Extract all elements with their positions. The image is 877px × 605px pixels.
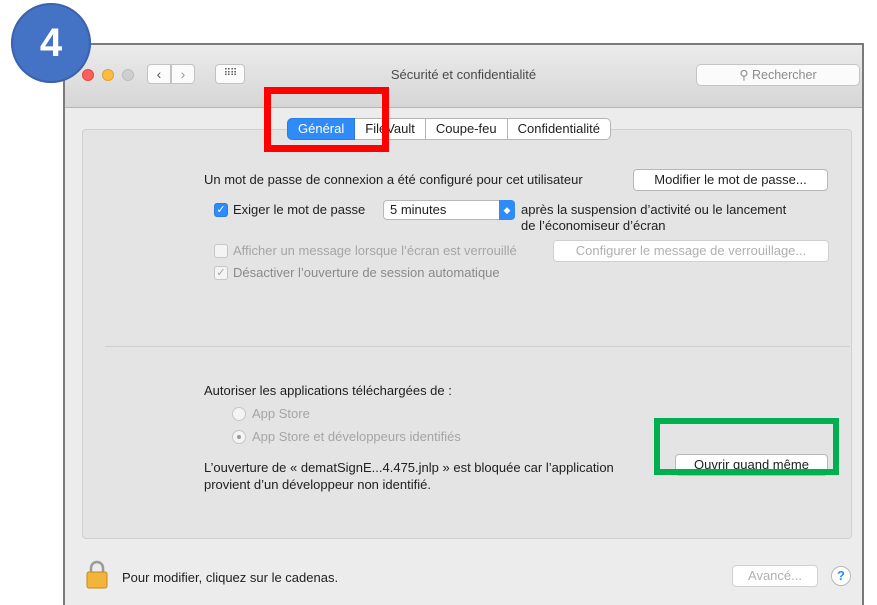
checkmark-icon: ✓: [216, 204, 226, 216]
search-placeholder: Rechercher: [752, 68, 817, 82]
search-icon: ⚲: [739, 68, 749, 82]
step-number-badge: 4: [11, 3, 91, 83]
checkmark-icon: ✓: [216, 267, 226, 279]
section-divider: [105, 346, 850, 347]
green-highlight-box: [654, 418, 839, 475]
downloads-heading: Autoriser les applications téléchargées …: [204, 383, 452, 398]
require-password-label: Exiger le mot de passe: [233, 202, 366, 217]
after-suspension-text-line1: après la suspension d’activité ou le lan…: [521, 202, 787, 217]
password-status-text: Un mot de passe de connexion a été confi…: [204, 172, 583, 187]
title-bar: ‹ › ⠿⠿ Sécurité et confidentialité ⚲ Rec…: [65, 45, 862, 108]
show-message-checkbox[interactable]: [214, 244, 228, 258]
radio-app-store-identified[interactable]: [232, 430, 246, 444]
radio-app-store-label: App Store: [252, 406, 310, 421]
updown-arrows-icon: ◆: [499, 200, 515, 220]
password-delay-select[interactable]: 5 minutes ◆: [383, 200, 515, 220]
after-suspension-text-line2: de l’économiseur d’écran: [521, 218, 666, 233]
require-password-checkbox[interactable]: ✓: [214, 203, 228, 217]
show-message-label: Afficher un message lorsque l’écran est …: [233, 243, 517, 258]
radio-app-store-identified-label: App Store et développeurs identifiés: [252, 429, 461, 444]
help-button[interactable]: ?: [831, 566, 851, 586]
lock-hint-text: Pour modifier, cliquez sur le cadenas.: [122, 570, 339, 585]
radio-app-store[interactable]: [232, 407, 246, 421]
advanced-button[interactable]: Avancé...: [732, 565, 818, 587]
search-input[interactable]: ⚲ Rechercher: [696, 64, 860, 86]
tab-privacy[interactable]: Confidentialité: [507, 118, 611, 140]
blocked-app-text-line1: L’ouverture de « dematSignE...4.475.jnlp…: [204, 460, 614, 475]
password-delay-value: 5 minutes: [390, 202, 447, 217]
disable-autologin-checkbox[interactable]: ✓: [214, 266, 228, 280]
padlock-icon[interactable]: [86, 560, 108, 595]
tab-firewall[interactable]: Coupe-feu: [425, 118, 508, 140]
disable-autologin-label: Désactiver l’ouverture de session automa…: [233, 265, 500, 280]
red-highlight-box: [264, 87, 389, 152]
change-password-button[interactable]: Modifier le mot de passe...: [633, 169, 828, 191]
set-lock-message-button[interactable]: Configurer le message de verrouillage...: [553, 240, 829, 262]
blocked-app-text-line2: provient d’un développeur non identifié.: [204, 477, 431, 492]
